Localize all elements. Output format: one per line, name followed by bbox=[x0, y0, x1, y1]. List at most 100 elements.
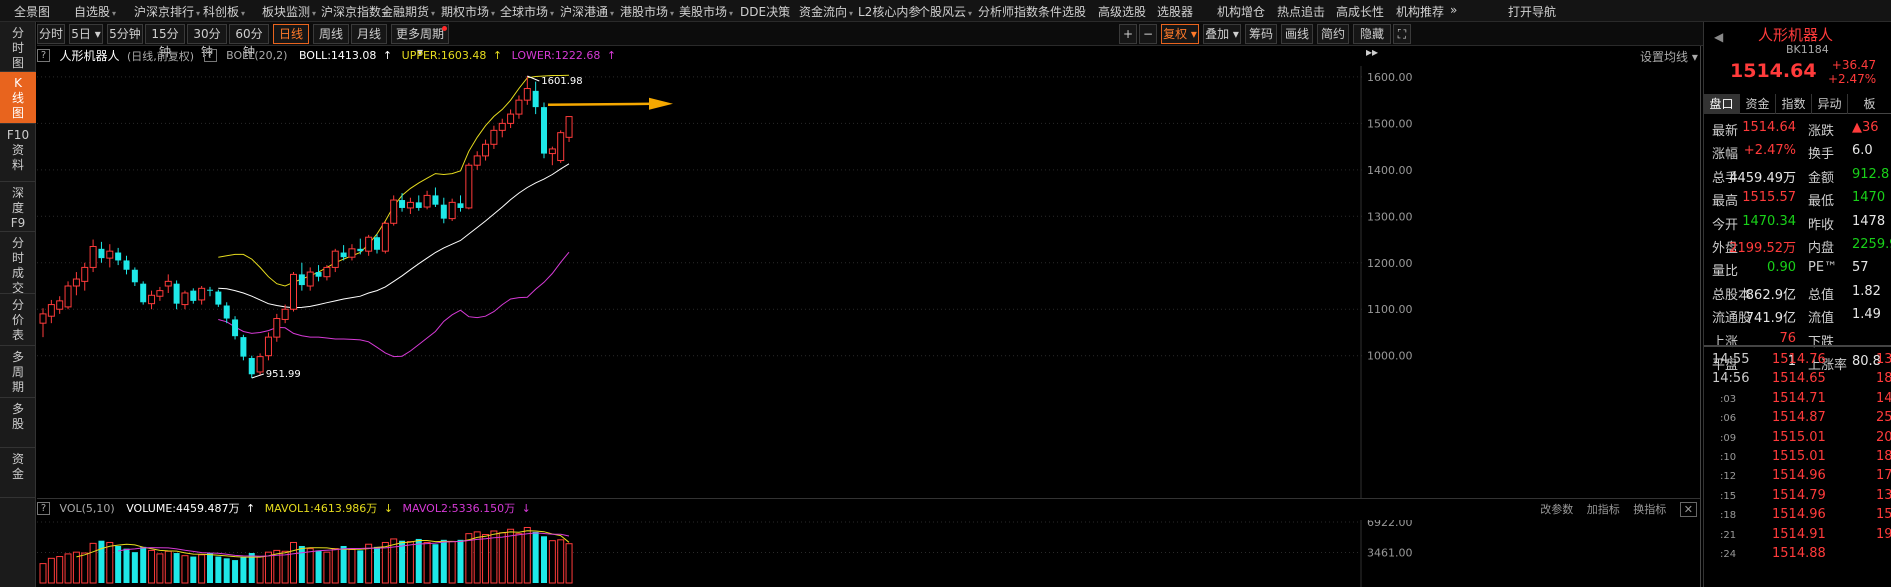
quote-change-amount: +36.47 bbox=[1831, 58, 1877, 72]
divider bbox=[1704, 345, 1891, 347]
left-tab[interactable]: 多股 bbox=[0, 398, 36, 448]
quote-tab[interactable]: 异动 bbox=[1812, 94, 1848, 114]
menu-item[interactable]: 资金流向 ▾ bbox=[799, 3, 853, 20]
volume-bar bbox=[448, 541, 456, 584]
menu-item[interactable]: 全球市场 ▾ bbox=[500, 3, 554, 20]
menu-item[interactable]: 科创板 ▾ bbox=[203, 3, 245, 20]
left-tab[interactable]: 资金 bbox=[0, 448, 36, 498]
up-arrow-icon: ↑ bbox=[245, 501, 256, 515]
menu-item[interactable]: 美股市场 ▾ bbox=[679, 3, 733, 20]
toolbar-button[interactable]: 月线 bbox=[351, 24, 387, 44]
switch-indicator-button[interactable]: 换指标 bbox=[1633, 501, 1666, 517]
menu-item[interactable]: L2核心内参 bbox=[858, 3, 920, 20]
kline-chart[interactable]: 1000.00 1100.00 1200.00 1300.00 1400.00 1500.… bbox=[37, 66, 1700, 498]
menu-item[interactable]: 分析师指数 bbox=[978, 3, 1038, 20]
candle-body bbox=[173, 283, 180, 304]
volume-bar bbox=[131, 552, 138, 583]
left-tab[interactable]: 多周期 bbox=[0, 346, 36, 398]
quote-tab[interactable]: 指数 bbox=[1776, 94, 1812, 114]
toolbar-button[interactable]: 叠加 ▾ bbox=[1203, 24, 1241, 44]
add-indicator-button[interactable]: 加指标 bbox=[1587, 501, 1620, 517]
menu-item[interactable]: 沪深港通 ▾ bbox=[560, 3, 614, 20]
toolbar-button[interactable]: 周线 bbox=[313, 24, 349, 44]
edit-params-button[interactable]: 改参数 bbox=[1540, 501, 1573, 517]
chevron-down-icon: ▾ bbox=[849, 9, 854, 18]
toolbar-button[interactable]: 隐藏 ▸▸ bbox=[1353, 24, 1391, 59]
candle-body bbox=[432, 195, 439, 205]
menu-item[interactable]: 条件选股 bbox=[1038, 3, 1086, 20]
left-tab-label: K bbox=[14, 76, 22, 90]
toolbar-button[interactable]: 更多周期 ▾ bbox=[391, 24, 449, 59]
menu-item[interactable]: 沪深京排行 ▾ bbox=[134, 3, 200, 20]
toolbar-button[interactable]: 5分钟 bbox=[107, 24, 143, 44]
quote-tab[interactable]: 资金 bbox=[1740, 94, 1776, 114]
candle-body bbox=[72, 278, 80, 287]
toolbar-button[interactable]: 5日 ▾ bbox=[69, 24, 103, 44]
help-icon[interactable]: ? bbox=[37, 49, 50, 62]
volume-bar bbox=[232, 560, 239, 583]
toolbar-button[interactable]: − bbox=[1139, 24, 1157, 44]
menu-item[interactable]: 机构增仓 bbox=[1217, 3, 1265, 20]
left-tab[interactable]: 分价表 bbox=[0, 294, 36, 346]
toolbar-button[interactable]: 日线 bbox=[273, 24, 309, 44]
toolbar-button[interactable]: + bbox=[1119, 24, 1137, 44]
help-icon[interactable]: ? bbox=[37, 501, 50, 515]
left-tab[interactable]: 深度 F9 bbox=[0, 182, 36, 232]
set-ma-button[interactable]: 设置均线 ▾ bbox=[1640, 48, 1698, 65]
menu-item[interactable]: 高级选股 bbox=[1098, 3, 1146, 20]
tick-time: :18 bbox=[1720, 510, 1737, 522]
toolbar-button-label: 筹码 bbox=[1248, 27, 1273, 41]
toolbar-button[interactable]: 筹码 bbox=[1245, 24, 1277, 44]
pane-divider[interactable] bbox=[37, 498, 1700, 499]
tick-price: 1514.96 bbox=[1772, 468, 1826, 484]
toolbar-button[interactable]: 分时 bbox=[37, 24, 65, 44]
menu-item[interactable]: DDE决策 bbox=[740, 3, 790, 20]
close-icon[interactable]: ✕ bbox=[1679, 501, 1697, 517]
candle-body bbox=[207, 289, 213, 291]
toolbar-button[interactable]: 15分钟 bbox=[145, 24, 185, 59]
menu-item[interactable]: » bbox=[1450, 3, 1457, 17]
toolbar-button[interactable]: 60分钟 bbox=[229, 24, 269, 59]
volume-bar bbox=[315, 550, 322, 583]
toolbar-button[interactable]: 复权 ▾ bbox=[1161, 24, 1199, 44]
menu-item[interactable]: 金融期货 ▾ bbox=[381, 3, 435, 20]
quote-tab[interactable]: 板 bbox=[1848, 94, 1891, 114]
menu-item[interactable]: 全景图 bbox=[14, 3, 50, 20]
menu-item[interactable]: 高成长性 bbox=[1336, 3, 1384, 20]
left-tab-label: 资 bbox=[11, 143, 24, 157]
left-tab[interactable]: F10 资料 bbox=[0, 124, 36, 182]
indicator-help-icon[interactable]: ? bbox=[203, 49, 217, 62]
toolbar-button[interactable]: 简约 bbox=[1317, 24, 1349, 44]
menu-item-label: 科创板 bbox=[203, 5, 240, 19]
menu-item[interactable]: 机构推荐 bbox=[1396, 3, 1444, 20]
menu-item[interactable]: 热点追击 bbox=[1277, 3, 1325, 20]
left-tab[interactable]: 分时成交 bbox=[0, 232, 36, 295]
quote-field-value: 2199.52万 bbox=[1729, 241, 1796, 256]
volume-bar bbox=[56, 556, 64, 584]
quote-tab[interactable]: 盘口 bbox=[1704, 94, 1740, 114]
panel-splitter[interactable] bbox=[1700, 46, 1701, 587]
quote-field-value: 0.90 bbox=[1767, 260, 1796, 276]
quote-field-label: PE™ bbox=[1808, 260, 1838, 276]
left-tab[interactable]: K线图 bbox=[0, 72, 36, 124]
low-pointer bbox=[251, 373, 264, 379]
volume-bar bbox=[331, 548, 339, 584]
left-tab[interactable]: 分时图 bbox=[0, 22, 36, 72]
menu-item[interactable]: 沪深京指数 ▾ bbox=[321, 3, 387, 20]
candle-body bbox=[490, 129, 498, 145]
menu-item[interactable]: 打开导航 bbox=[1508, 3, 1556, 20]
toolbar-button[interactable]: 画线 bbox=[1281, 24, 1313, 44]
menu-item[interactable]: 选股器 bbox=[1157, 3, 1193, 20]
menu-item[interactable]: 期权市场 ▾ bbox=[441, 3, 495, 20]
collapse-left-icon[interactable]: ◀ bbox=[1714, 30, 1723, 44]
menu-item[interactable]: 自选股 ▾ bbox=[74, 3, 116, 20]
toolbar-button[interactable]: ⛶ bbox=[1393, 24, 1411, 44]
menu-item[interactable]: 港股市场 ▾ bbox=[620, 3, 674, 20]
menu-item[interactable]: 板块监测 ▾ bbox=[262, 3, 316, 20]
menu-item[interactable]: 个股风云 ▾ bbox=[918, 3, 972, 20]
candle-body bbox=[115, 252, 122, 261]
left-tab-label: 股 bbox=[11, 417, 24, 431]
toolbar-button[interactable]: 30分钟 bbox=[187, 24, 227, 59]
volume-bar bbox=[81, 552, 89, 584]
volume-chart[interactable]: 6922.00 3461.00 bbox=[37, 520, 1700, 587]
